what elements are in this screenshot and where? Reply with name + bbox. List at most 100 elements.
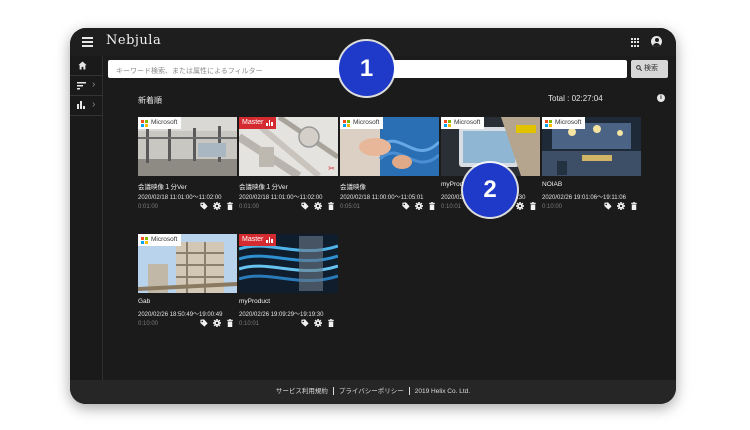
video-card[interactable]: Microsoft NOIAB 2020/02/26 19:01:06〜19:1… (542, 117, 641, 217)
home-icon (78, 61, 87, 70)
bar-chart-icon (266, 120, 273, 126)
microsoft-logo-icon (141, 236, 148, 244)
master-badge: Master (239, 234, 276, 246)
footer-divider (408, 387, 410, 396)
card-duration: 0:10:01 (239, 321, 260, 327)
gear-icon[interactable] (314, 319, 322, 327)
footer: サービス利用規約 プライバシーポリシー 2019 Helix Co. Ltd. (70, 380, 676, 404)
card-datetime: 2020/02/18 11:01:00〜11:02:00 (239, 195, 323, 201)
trash-icon[interactable] (630, 202, 638, 210)
side-navigation: › › (70, 56, 103, 404)
card-actions (604, 202, 638, 210)
bar-chart-icon (266, 237, 273, 243)
gear-icon[interactable] (415, 202, 423, 210)
video-card[interactable]: Microsoft Gab 2020/02/26 18:50:49〜19:00:… (138, 234, 237, 334)
sidebar-item-analytics[interactable]: › (70, 96, 103, 116)
card-title[interactable]: 会議映像 (340, 181, 439, 191)
card-actions (200, 319, 234, 327)
video-card[interactable]: Microsoft 会議映像 2020/02/18 11:00:00〜11:05… (340, 117, 439, 217)
gear-icon[interactable] (314, 202, 322, 210)
trash-icon[interactable] (327, 202, 335, 210)
sidebar-item-home[interactable] (70, 56, 103, 76)
scissors-icon: ✂ (328, 164, 335, 173)
tag-icon[interactable] (402, 202, 410, 210)
badge-label: Microsoft (151, 236, 178, 243)
hamburger-menu-icon[interactable] (82, 37, 93, 47)
gear-icon[interactable] (213, 202, 221, 210)
video-thumbnail[interactable]: Microsoft (138, 117, 237, 176)
info-icon[interactable]: i (657, 94, 665, 102)
card-datetime: 2020/02/26 19:01:06〜19:11:06 (542, 195, 626, 201)
total-duration: Total : 02:27:04 (548, 94, 603, 103)
microsoft-badge: Microsoft (441, 117, 485, 129)
grid-apps-icon[interactable] (631, 38, 640, 47)
tag-icon[interactable] (200, 202, 208, 210)
gear-icon[interactable] (516, 202, 524, 210)
badge-label: Microsoft (454, 119, 481, 126)
account-circle-icon[interactable] (651, 36, 662, 47)
tag-icon[interactable] (301, 202, 309, 210)
microsoft-logo-icon (343, 119, 350, 127)
gear-icon[interactable] (617, 202, 625, 210)
card-actions (301, 319, 335, 327)
badge-label: Master (242, 236, 264, 243)
search-button[interactable]: 検索 (631, 60, 668, 78)
card-actions (301, 202, 335, 210)
bar-chart-icon (77, 101, 85, 109)
chevron-right-icon: › (92, 99, 96, 110)
card-title[interactable]: NOIAB (542, 181, 641, 188)
search-button-label: 検索 (644, 65, 658, 72)
card-datetime: 2020/02/18 11:01:00〜11:02:00 (138, 195, 222, 201)
tag-icon[interactable] (200, 319, 208, 327)
microsoft-badge: Microsoft (542, 117, 586, 129)
card-title[interactable]: 会議映像１分Ver (138, 181, 237, 191)
card-actions (200, 202, 234, 210)
video-card[interactable]: Microsoft 会議映像１分Ver 2020/02/18 11:01:00〜… (138, 117, 237, 217)
trash-icon[interactable] (226, 319, 234, 327)
footer-link-privacy[interactable]: プライバシーポリシー (339, 388, 404, 395)
card-title[interactable]: 会議映像１分Ver (239, 181, 338, 191)
tag-icon[interactable] (301, 319, 309, 327)
chevron-right-icon: › (92, 79, 96, 90)
footer-copyright: 2019 Helix Co. Ltd. (414, 388, 471, 395)
footer-link-terms[interactable]: サービス利用規約 (276, 388, 328, 395)
badge-label: Microsoft (555, 119, 582, 126)
video-thumbnail[interactable]: Master ✂ (239, 117, 338, 176)
gear-icon[interactable] (213, 319, 221, 327)
sidebar-item-sort[interactable]: › (70, 76, 103, 96)
trash-icon[interactable] (327, 319, 335, 327)
card-title[interactable]: myProduct (239, 298, 338, 305)
microsoft-logo-icon (444, 119, 451, 127)
search-icon (636, 65, 643, 72)
microsoft-logo-icon (141, 119, 148, 127)
callout-badge-1: 1 (339, 41, 394, 96)
card-duration: 0:05:01 (340, 204, 361, 210)
video-card[interactable]: Master myProduct 2020/02/26 19:09:29〜19:… (239, 234, 338, 334)
tag-icon[interactable] (604, 202, 612, 210)
callout-badge-2: 2 (463, 163, 517, 217)
badge-label: Microsoft (353, 119, 380, 126)
microsoft-logo-icon (545, 119, 552, 127)
video-thumbnail[interactable]: Master (239, 234, 338, 293)
card-datetime: 2020/02/26 19:09:29〜19:19:30 (239, 312, 324, 318)
card-duration: 0:10:01 (441, 204, 462, 210)
video-thumbnail[interactable]: Microsoft (138, 234, 237, 293)
card-title[interactable]: Gab (138, 298, 237, 305)
badge-label: Microsoft (151, 119, 178, 126)
trash-icon[interactable] (428, 202, 436, 210)
card-actions (402, 202, 436, 210)
video-card[interactable]: Master ✂ 会議映像１分Ver 2020/02/18 11:01:00〜1… (239, 117, 338, 217)
badge-label: Master (242, 119, 264, 126)
card-duration: 0:01:00 (239, 204, 260, 210)
video-thumbnail[interactable]: Microsoft (542, 117, 641, 176)
trash-icon[interactable] (529, 202, 537, 210)
card-duration: 0:10:00 (138, 321, 159, 327)
footer-divider (332, 387, 334, 396)
card-duration: 0:10:00 (542, 204, 563, 210)
app-logo[interactable]: Nebjula (106, 33, 161, 48)
sort-order-label[interactable]: 新着順 (138, 95, 162, 106)
video-thumbnail[interactable]: Microsoft (340, 117, 439, 176)
card-duration: 0:01:00 (138, 204, 159, 210)
master-badge: Master (239, 117, 276, 129)
trash-icon[interactable] (226, 202, 234, 210)
